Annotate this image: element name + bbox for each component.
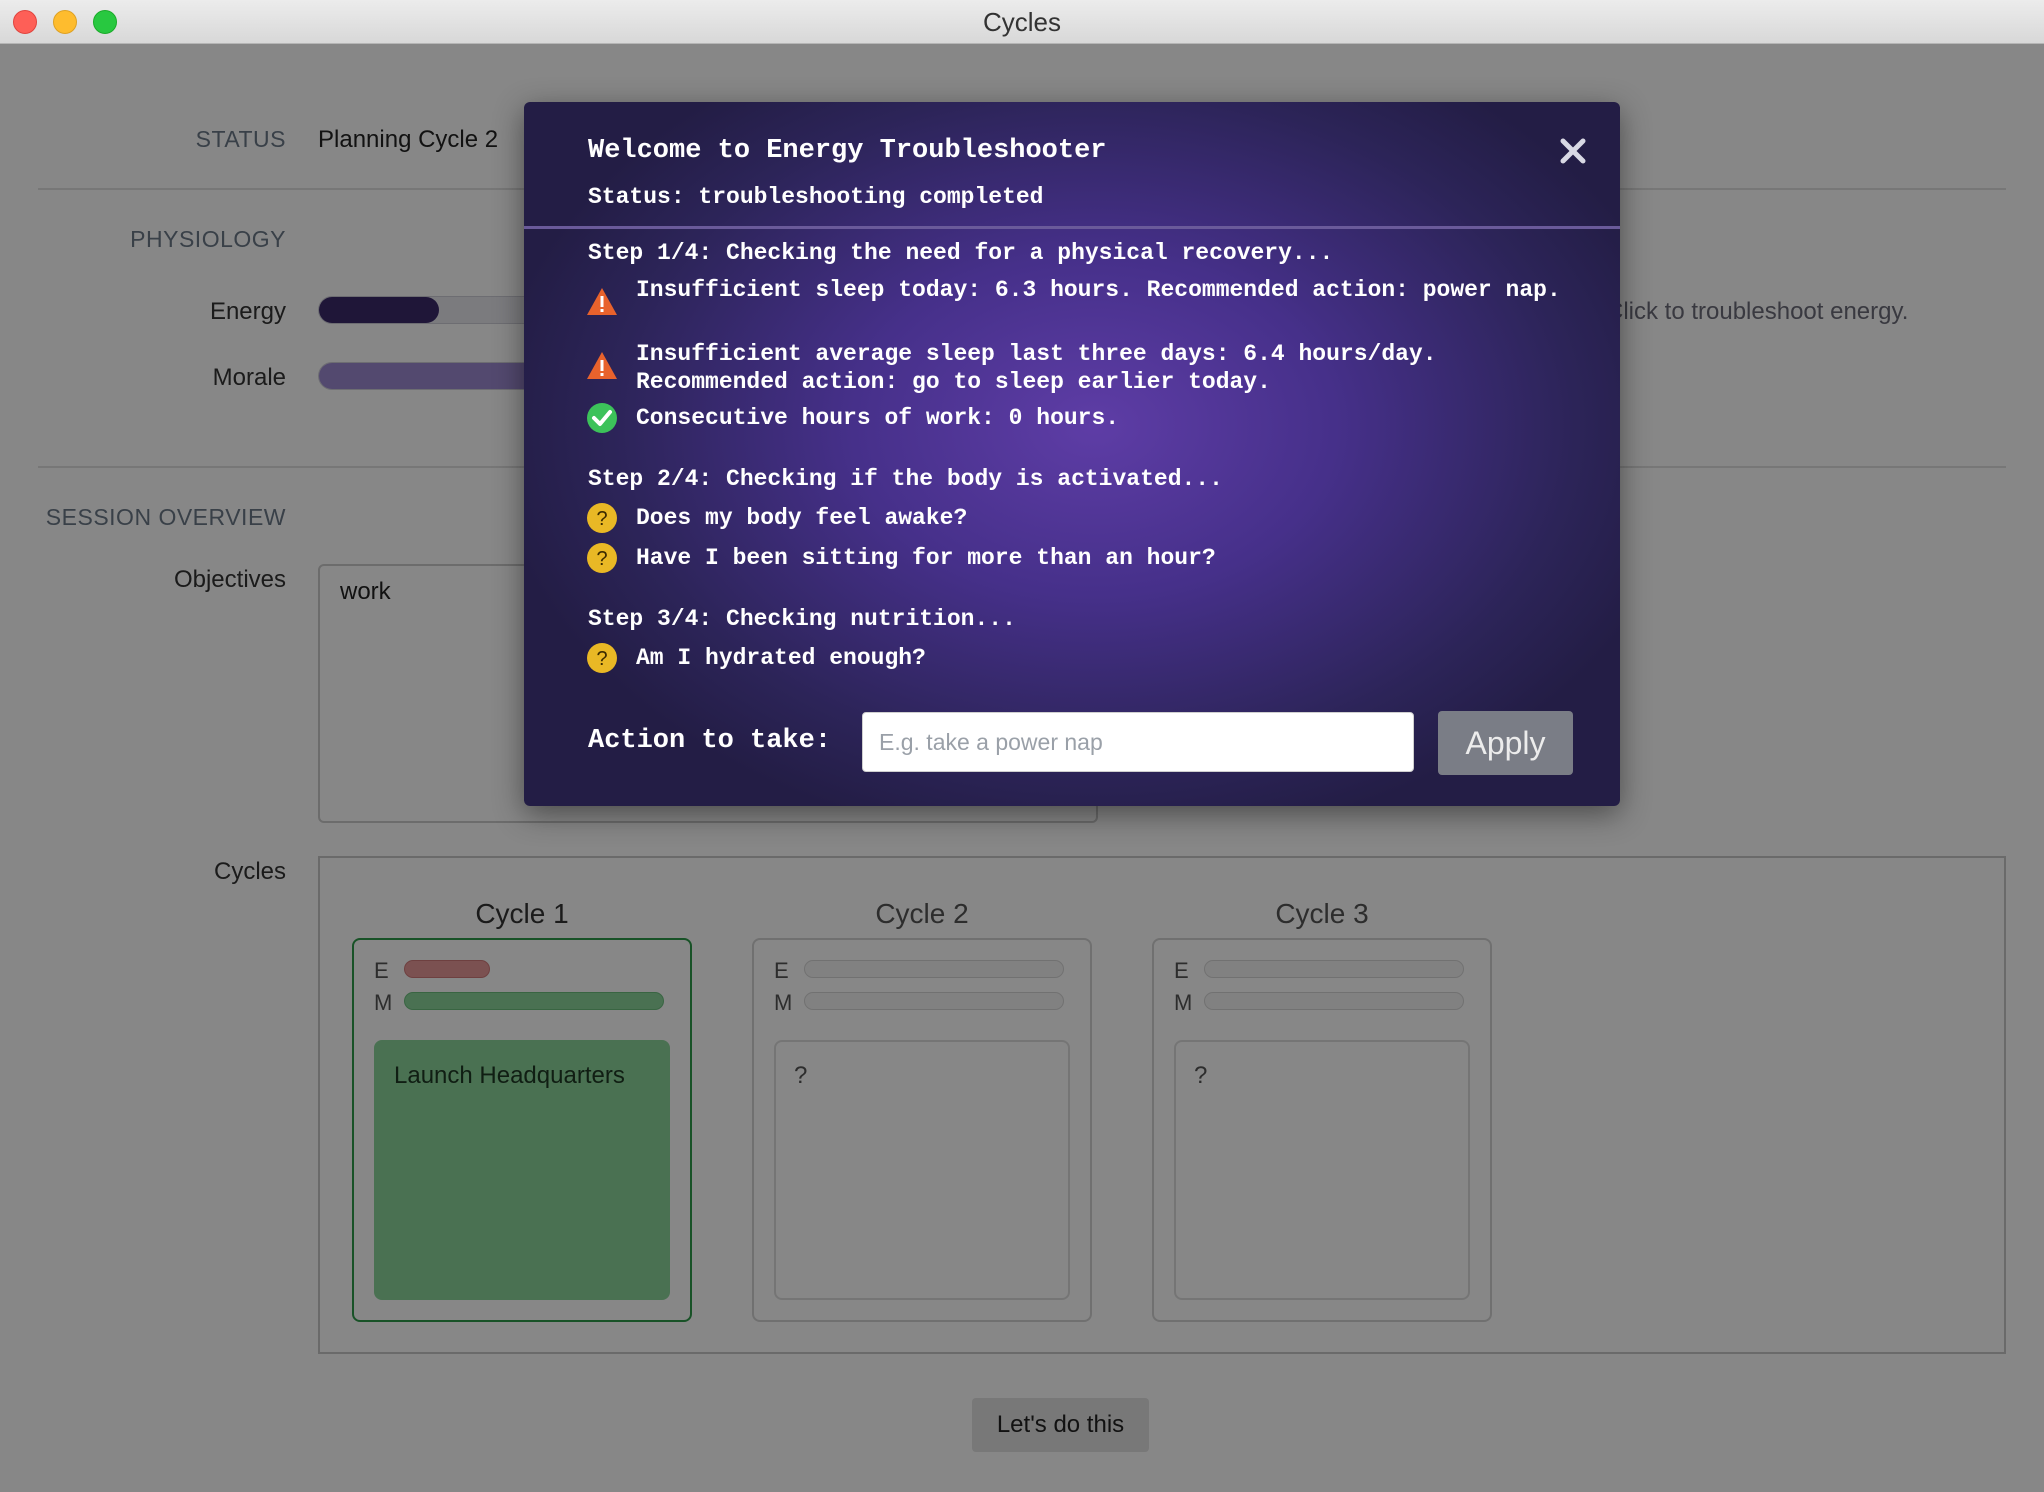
svg-text:?: ?	[596, 508, 607, 530]
check-question: Does my body feel awake?	[636, 505, 968, 531]
app-window: Cycles STATUS Planning Cycle 2 PHYSIOLOG…	[0, 0, 2044, 1492]
warning-icon	[587, 352, 617, 379]
warning-icon	[587, 288, 617, 315]
question-icon[interactable]: ?	[586, 542, 618, 574]
check-result: Insufficient average sleep last three da…	[636, 341, 1437, 395]
question-icon[interactable]: ?	[586, 642, 618, 674]
dialog-status: Status: troubleshooting completed	[588, 184, 1044, 210]
svg-text:?: ?	[596, 648, 607, 670]
close-icon[interactable]	[1558, 136, 1588, 166]
energy-troubleshooter-dialog: Welcome to Energy Troubleshooter Status:…	[524, 102, 1620, 806]
action-label: Action to take:	[588, 726, 832, 756]
check-icon	[587, 403, 617, 433]
window-title: Cycles	[982, 7, 1061, 37]
step-heading: Step 1/4: Checking the need for a physic…	[588, 240, 1334, 266]
title-bar: Cycles	[0, 0, 2044, 44]
apply-button[interactable]: Apply	[1438, 711, 1573, 775]
check-result: Insufficient sleep today: 6.3 hours. Rec…	[636, 277, 1561, 303]
check-question: Have I been sitting for more than an hou…	[636, 545, 1216, 571]
step-heading: Step 3/4: Checking nutrition...	[588, 606, 1016, 632]
dialog-title: Welcome to Energy Troubleshooter	[588, 136, 1107, 166]
question-icon[interactable]: ?	[586, 502, 618, 534]
dialog-divider	[524, 226, 1620, 229]
check-question: Am I hydrated enough?	[636, 645, 926, 671]
step-heading: Step 2/4: Checking if the body is activa…	[588, 466, 1223, 492]
action-input[interactable]	[862, 712, 1414, 772]
svg-text:?: ?	[596, 548, 607, 570]
check-result: Consecutive hours of work: 0 hours.	[636, 405, 1120, 431]
